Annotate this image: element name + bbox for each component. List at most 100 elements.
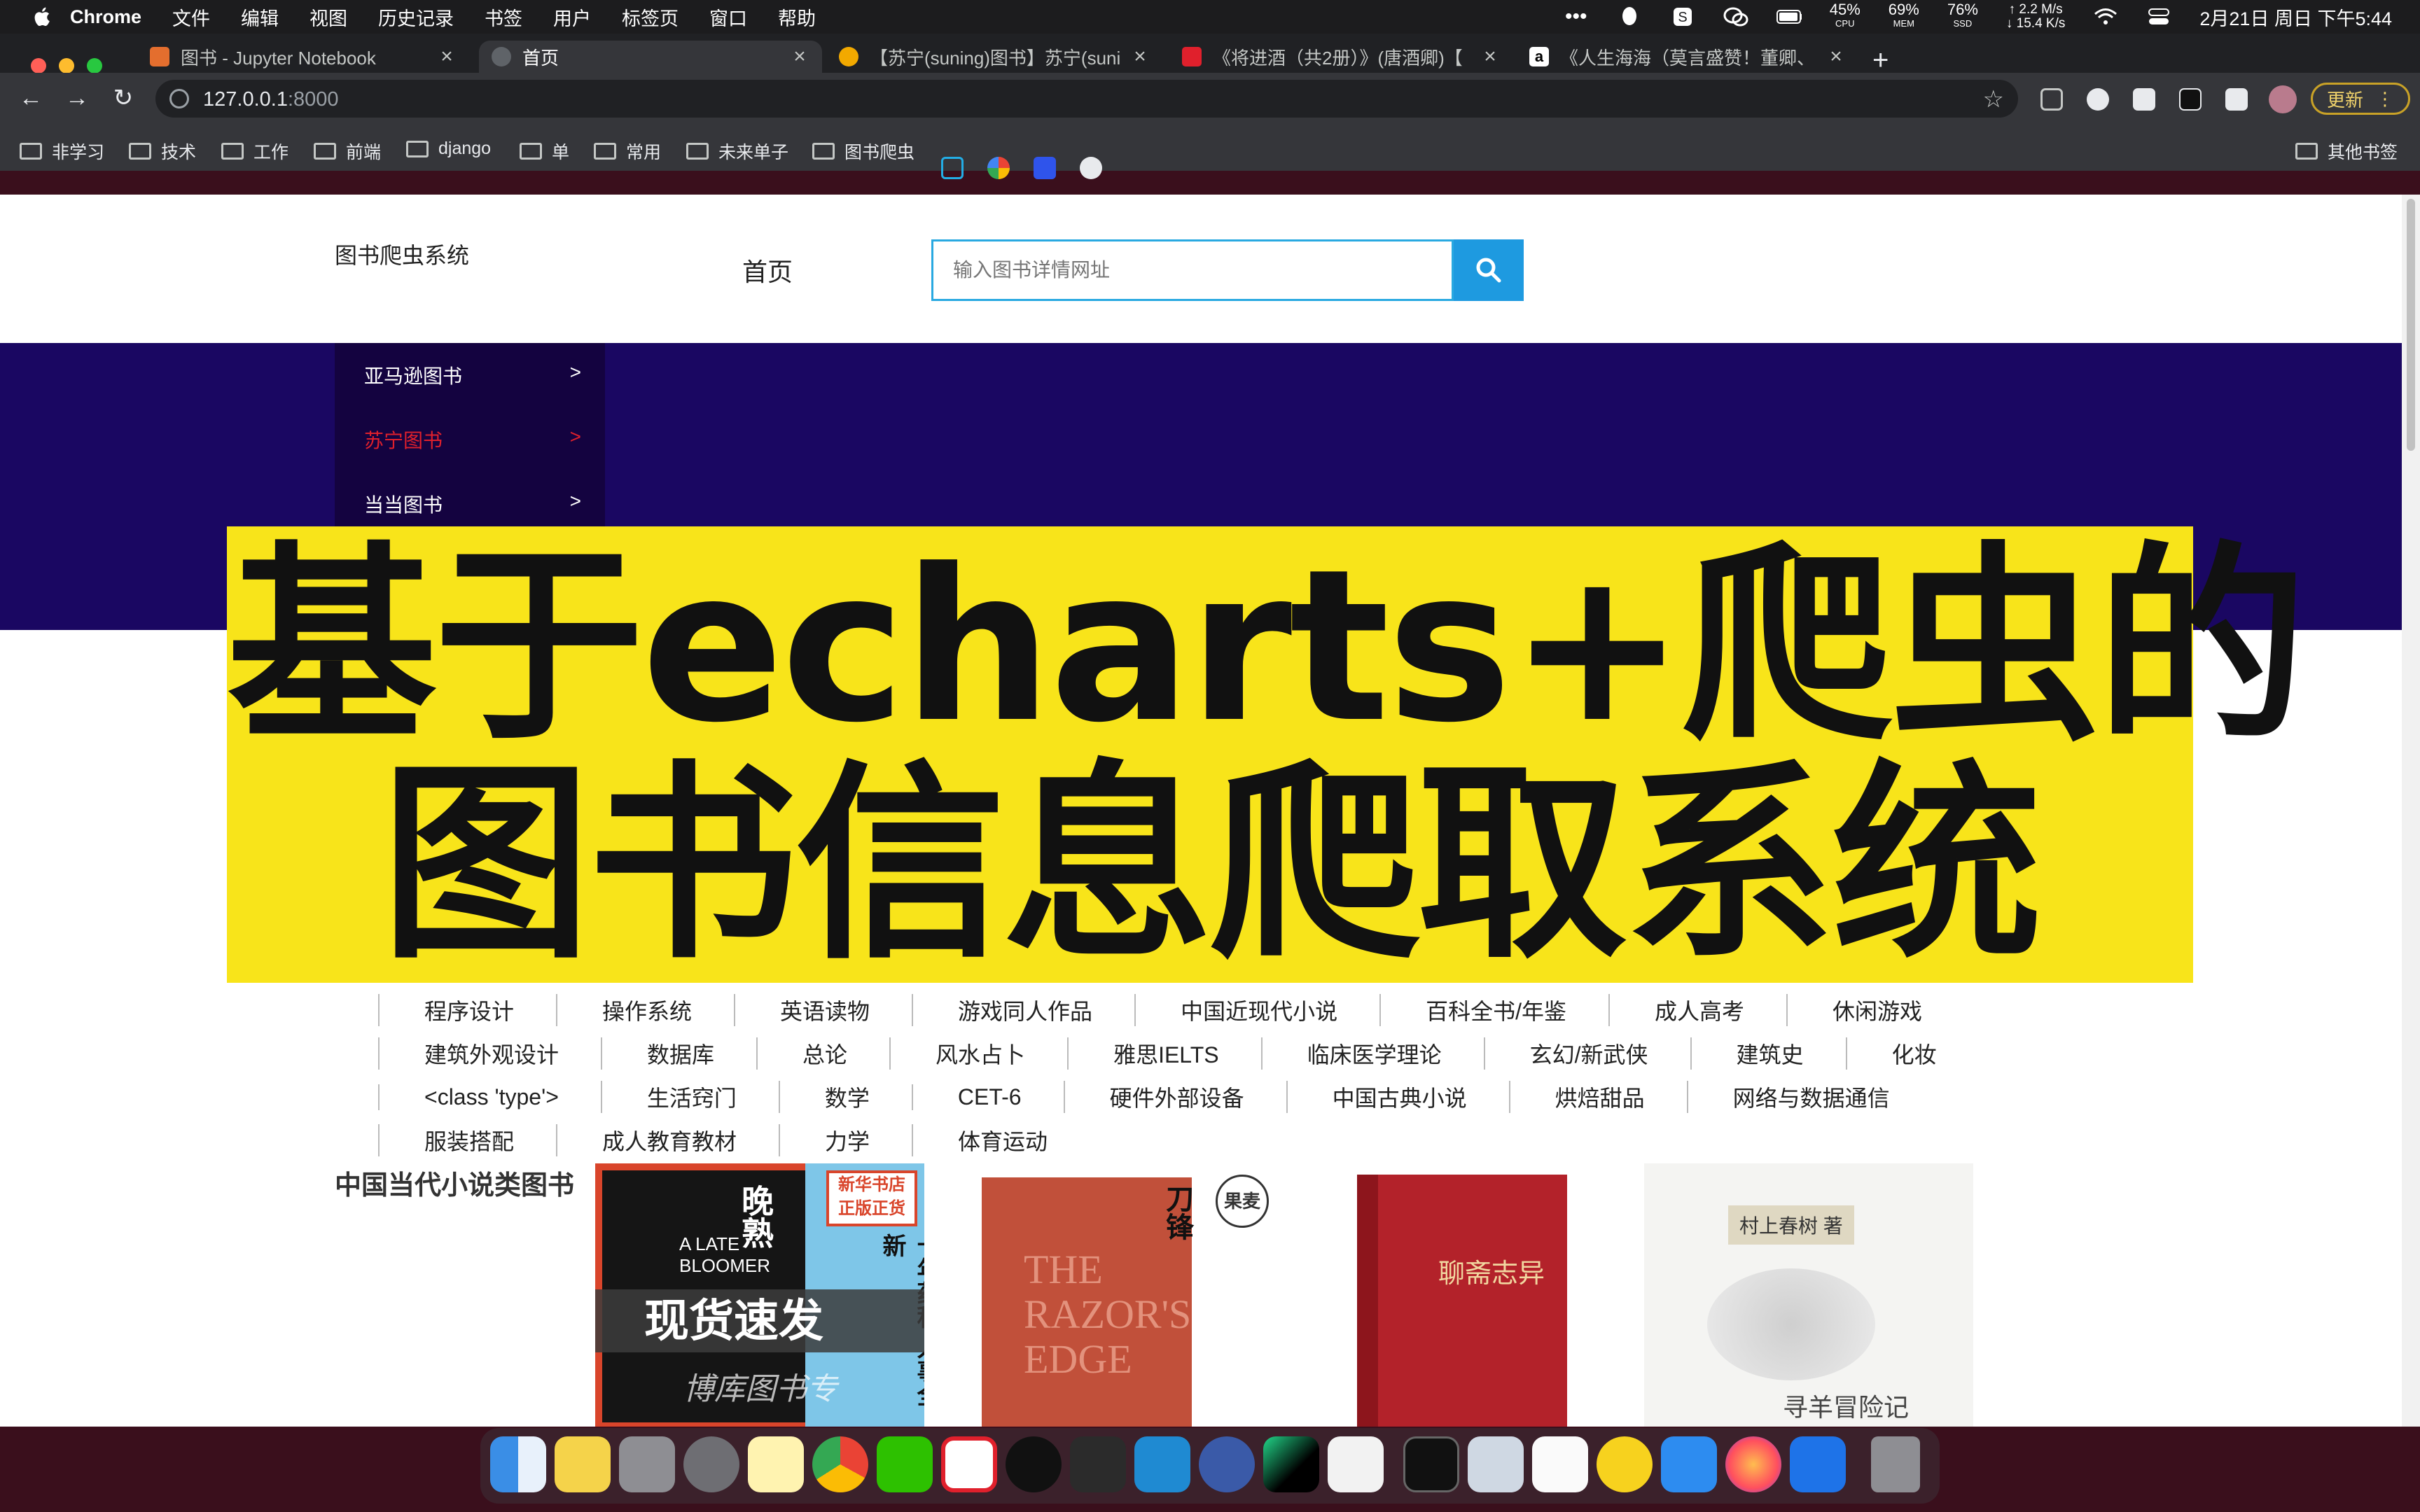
bookmark-folder-tushupachong[interactable]: 图书爬虫 xyxy=(812,139,915,164)
category-tag[interactable]: CET-6 xyxy=(911,1084,1064,1110)
category-tag[interactable]: 体育运动 xyxy=(912,1124,1090,1156)
side-menu-suning[interactable]: 苏宁图书 > xyxy=(364,426,581,454)
window-minimize-button[interactable] xyxy=(59,58,74,74)
category-tag[interactable]: 建筑史 xyxy=(1690,1037,1846,1070)
address-url[interactable]: 127.0.0.1:8000 xyxy=(203,88,339,111)
dock-launchpad-icon[interactable] xyxy=(619,1436,675,1492)
tab-jupyter[interactable]: 图书 - Jupyter Notebook × xyxy=(137,41,469,73)
category-tag[interactable]: 百科全书/年鉴 xyxy=(1379,994,1608,1026)
bookmark-folder-feixuexi[interactable]: 非学习 xyxy=(20,139,104,164)
tab-home[interactable]: 首页 × xyxy=(479,41,822,73)
extension-reader-icon[interactable] xyxy=(2040,88,2063,111)
dock-textedit-icon[interactable] xyxy=(1532,1436,1588,1492)
scrollbar-thumb[interactable] xyxy=(2407,199,2415,451)
menu-tab[interactable]: 标签页 xyxy=(622,4,679,31)
profile-avatar[interactable] xyxy=(2269,85,2297,113)
dock-et-icon[interactable] xyxy=(1070,1436,1126,1492)
dock-typora-icon[interactable] xyxy=(1328,1436,1384,1492)
category-tag[interactable]: 程序设计 xyxy=(378,994,556,1026)
side-menu-dangdang[interactable]: 当当图书 > xyxy=(364,490,581,518)
dock-chrome-icon[interactable] xyxy=(812,1436,868,1492)
bookmark-folder-other[interactable]: 其他书签 xyxy=(2295,139,2398,164)
category-tag[interactable]: 成人高考 xyxy=(1608,994,1786,1026)
search-button[interactable] xyxy=(1454,239,1524,301)
qq-icon[interactable] xyxy=(1617,6,1642,27)
bookmark-star-icon[interactable]: ☆ xyxy=(1983,85,2004,113)
dock-lanhu-icon[interactable] xyxy=(1790,1436,1846,1492)
bookmark-folder-dan[interactable]: 单 xyxy=(520,139,569,164)
back-arrow-icon[interactable]: ← xyxy=(17,84,45,112)
category-tag[interactable]: 烘焙甜品 xyxy=(1508,1081,1687,1113)
control-center-icon[interactable] xyxy=(2146,6,2171,27)
tab-close-icon[interactable]: × xyxy=(437,45,457,69)
nav-home-link[interactable]: 首页 xyxy=(742,252,793,288)
wifi-icon[interactable] xyxy=(2093,6,2118,27)
menu-window[interactable]: 窗口 xyxy=(709,4,747,31)
tab-suning[interactable]: 【苏宁(suning)图书】苏宁(suni × xyxy=(826,41,1162,73)
bookmark-folder-changyong[interactable]: 常用 xyxy=(594,139,661,164)
dock-settings-icon[interactable] xyxy=(683,1436,739,1492)
tab-jiangjinjiu[interactable]: 《将进酒（共2册）》(唐酒卿)【 × xyxy=(1169,41,1512,73)
menu-user[interactable]: 用户 xyxy=(553,4,591,31)
category-tag[interactable]: 数学 xyxy=(778,1081,912,1113)
category-tag[interactable]: 雅思IELTS xyxy=(1067,1037,1261,1070)
extension-circle-icon[interactable] xyxy=(2087,88,2109,111)
menu-bookmarks[interactable]: 书签 xyxy=(485,4,522,31)
side-menu-amazon[interactable]: 亚马逊图书 > xyxy=(364,361,581,389)
apple-icon[interactable] xyxy=(31,5,55,29)
category-tag[interactable]: 硬件外部设备 xyxy=(1063,1081,1286,1113)
dock-wps-icon[interactable] xyxy=(941,1436,997,1492)
dock-mail-icon[interactable] xyxy=(1661,1436,1717,1492)
category-tag[interactable]: 风水占卜 xyxy=(889,1037,1067,1070)
dock-terminal-icon[interactable] xyxy=(1403,1436,1459,1492)
category-tag[interactable]: 服装搭配 xyxy=(378,1124,556,1156)
site-brand[interactable]: 图书爬虫系统 xyxy=(335,238,469,270)
bookmark-folder-django[interactable]: django xyxy=(406,139,491,159)
dock-qqmusic-icon[interactable] xyxy=(1597,1436,1653,1492)
category-tag[interactable]: 中国近现代小说 xyxy=(1134,994,1379,1026)
extension-l-icon[interactable] xyxy=(2179,88,2202,111)
site-info-icon[interactable] xyxy=(169,89,189,108)
tab-close-icon[interactable]: × xyxy=(1480,45,1500,69)
book-card[interactable]: 晚熟 A LATE BLOOMER 新华书店 正版正货 十年蕴积 人事全新 现货… xyxy=(595,1163,924,1427)
window-close-button[interactable] xyxy=(31,58,46,74)
wechat-icon[interactable] xyxy=(1723,6,1748,27)
dock-pycharm-icon[interactable] xyxy=(1263,1436,1319,1492)
page-scrollbar[interactable] xyxy=(2402,195,2420,1427)
menubar-clock[interactable]: 2月21日 周日 下午5:44 xyxy=(2199,4,2392,31)
tab-close-icon[interactable]: × xyxy=(1826,45,1846,69)
reload-icon[interactable]: ↻ xyxy=(109,84,137,112)
book-card[interactable]: 村上春树 著 寻羊冒险记 xyxy=(1644,1163,1973,1427)
category-tag[interactable]: 数据库 xyxy=(601,1037,756,1070)
category-tag[interactable]: 休闲游戏 xyxy=(1786,994,1964,1026)
menu-help[interactable]: 帮助 xyxy=(778,4,816,31)
chrome-update-button[interactable]: 更新 ⋮ xyxy=(2311,83,2410,115)
book-url-search-input[interactable] xyxy=(933,241,1452,299)
dock-finder-icon[interactable] xyxy=(490,1436,546,1492)
dock-wechat-icon[interactable] xyxy=(877,1436,933,1492)
tab-close-icon[interactable]: × xyxy=(790,45,809,69)
tab-close-icon[interactable]: × xyxy=(1130,45,1150,69)
category-tag[interactable]: 临床医学理论 xyxy=(1260,1037,1484,1070)
baidu-bookmark-icon[interactable] xyxy=(1034,157,1056,179)
s-app-icon[interactable]: S xyxy=(1670,6,1695,27)
bookmark-folder-weilaidanzi[interactable]: 未来单子 xyxy=(686,139,788,164)
dock-preview-icon[interactable] xyxy=(1468,1436,1524,1492)
category-tag[interactable]: 操作系统 xyxy=(556,994,734,1026)
dock-vscode-icon[interactable] xyxy=(1134,1436,1190,1492)
book-card[interactable]: 刀锋 THE RAZOR'S EDGE 果麦 xyxy=(945,1163,1274,1427)
menu-history[interactable]: 历史记录 xyxy=(378,4,454,31)
category-tag[interactable]: <class 'type'> xyxy=(378,1084,601,1110)
google-bookmark-icon[interactable] xyxy=(987,157,1010,179)
category-tag[interactable]: 中国古典小说 xyxy=(1286,1081,1509,1113)
category-tag[interactable]: 力学 xyxy=(779,1124,912,1156)
window-zoom-button[interactable] xyxy=(87,58,102,74)
bookmark-folder-qianduan[interactable]: 前端 xyxy=(314,139,381,164)
category-tag[interactable]: 玄幻/新武侠 xyxy=(1483,1037,1690,1070)
dock-qq-icon[interactable] xyxy=(1006,1436,1062,1492)
battery-icon[interactable] xyxy=(1776,6,1802,27)
dock-stickies-icon[interactable] xyxy=(748,1436,804,1492)
category-tag[interactable]: 网络与数据通信 xyxy=(1686,1081,1932,1113)
tab-renshenghaihai[interactable]: a 《人生海海（莫言盛赞！董卿、 × xyxy=(1517,41,1858,73)
github-bookmark-icon[interactable] xyxy=(1080,157,1102,179)
